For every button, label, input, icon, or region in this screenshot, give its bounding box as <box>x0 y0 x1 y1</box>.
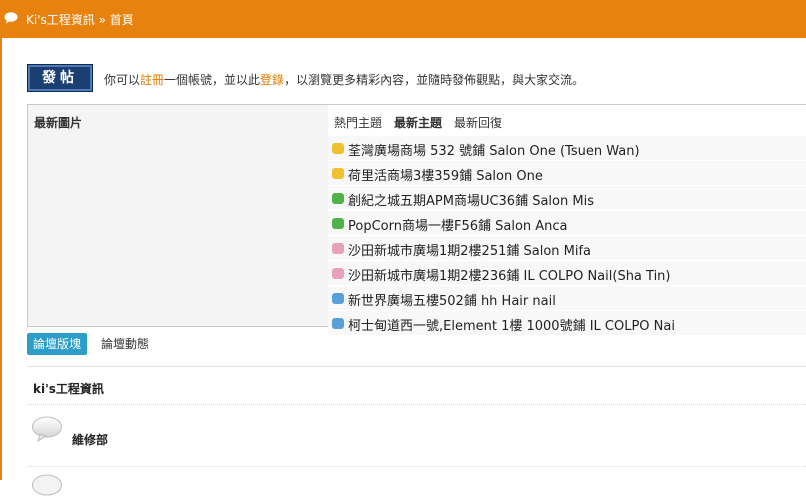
thread-title-link[interactable]: 沙田新城市廣場1期2樓251鋪 Salon Mifa <box>348 240 591 259</box>
register-link[interactable]: 註冊 <box>140 73 164 87</box>
tab-forum-sections[interactable]: 論壇版塊 <box>27 333 88 355</box>
blue-speech-icon <box>332 318 344 329</box>
thread-title-link[interactable]: 柯士甸道西一號,Element 1樓 1000號鋪 IL COLPO Nai <box>348 315 675 334</box>
breadcrumb-home-link[interactable]: Ki's工程資訊 <box>26 13 95 27</box>
yellow-speech-icon <box>332 143 344 154</box>
portal-panel: 最新圖片 熱門主題 最新主題 最新回復 荃灣廣場商場 532 號鋪 Salon On… <box>27 104 806 336</box>
category-title[interactable]: ki's工程資訊 <box>33 380 104 397</box>
thread-row[interactable]: 沙田新城市廣場1期2樓236鋪 IL COLPO Nail(Sha Tin) <box>328 261 806 286</box>
pink-speech-icon <box>332 268 344 279</box>
green-speech-icon <box>332 218 344 229</box>
welcome-prefix: 你可以 <box>104 73 141 87</box>
top-bar: Ki's工程資訊 » 首頁 <box>0 0 806 38</box>
thread-title-link[interactable]: 荷里活商場3樓359鋪 Salon One <box>348 165 543 184</box>
forum-link[interactable]: 維修部 <box>72 431 108 448</box>
section-divider <box>27 366 806 367</box>
welcome-middle: 一個帳號，並以此 <box>164 73 261 87</box>
thread-row[interactable]: 荃灣廣場商場 532 號鋪 Salon One (Tsuen Wan) <box>328 136 806 161</box>
tab-forum-activity[interactable]: 論壇動態 <box>95 333 155 355</box>
thread-tab[interactable]: 最新回復 <box>454 116 502 130</box>
thread-list: 荃灣廣場商場 532 號鋪 Salon One (Tsuen Wan) 荷里活商場… <box>328 136 806 336</box>
thread-tabs: 熱門主題 最新主題 最新回復 <box>334 114 514 131</box>
pink-speech-icon <box>332 243 344 254</box>
blue-speech-icon <box>332 293 344 304</box>
login-link[interactable]: 登錄 <box>260 73 284 87</box>
breadcrumb-current[interactable]: 首頁 <box>110 13 134 27</box>
latest-images-title: 最新圖片 <box>34 116 83 130</box>
speech-bubble-icon <box>4 12 18 24</box>
thread-title-link[interactable]: 新世界廣場五樓502鋪 hh Hair nail <box>348 290 556 309</box>
yellow-speech-icon <box>332 168 344 179</box>
thread-title-link[interactable]: 荃灣廣場商場 532 號鋪 Salon One (Tsuen Wan) <box>348 140 640 159</box>
divider <box>27 466 806 467</box>
thread-tab[interactable]: 熱門主題 <box>334 116 382 130</box>
new-post-button[interactable]: 發帖 <box>27 64 93 92</box>
thread-title-link[interactable]: 創紀之城五期APM商場UC36鋪 Salon Mis <box>348 190 594 209</box>
thread-row[interactable]: 柯士甸道西一號,Element 1樓 1000號鋪 IL COLPO Nai <box>328 311 806 336</box>
thread-title-link[interactable]: 沙田新城市廣場1期2樓236鋪 IL COLPO Nail(Sha Tin) <box>348 265 671 284</box>
welcome-suffix: ，以瀏覽更多精彩內容，並隨時發佈觀點，與大家交流。 <box>284 73 585 87</box>
forum-bubble-icon <box>32 416 62 442</box>
thread-row[interactable]: 沙田新城市廣場1期2樓251鋪 Salon Mifa <box>328 236 806 261</box>
thread-row[interactable]: 創紀之城五期APM商場UC36鋪 Salon Mis <box>328 186 806 211</box>
latest-images-panel: 最新圖片 <box>28 105 328 326</box>
welcome-message: 你可以註冊一個帳號，並以此登錄，以瀏覽更多精彩內容，並隨時發佈觀點，與大家交流。 <box>104 71 584 88</box>
breadcrumb: Ki's工程資訊 » 首頁 <box>26 11 134 28</box>
divider <box>27 404 806 405</box>
threads-panel: 熱門主題 最新主題 最新回復 荃灣廣場商場 532 號鋪 Salon One (Ts… <box>328 105 806 336</box>
thread-row[interactable]: 荷里活商場3樓359鋪 Salon One <box>328 161 806 186</box>
green-speech-icon <box>332 193 344 204</box>
breadcrumb-separator: » <box>98 13 106 27</box>
thread-row[interactable]: 新世界廣場五樓502鋪 hh Hair nail <box>328 286 806 311</box>
thread-row[interactable]: PopCorn商場一樓F56鋪 Salon Anca <box>328 211 806 236</box>
forum-bubble-icon <box>32 474 62 496</box>
thread-title-link[interactable]: PopCorn商場一樓F56鋪 Salon Anca <box>348 215 568 234</box>
thread-tab[interactable]: 最新主題 <box>394 116 442 130</box>
